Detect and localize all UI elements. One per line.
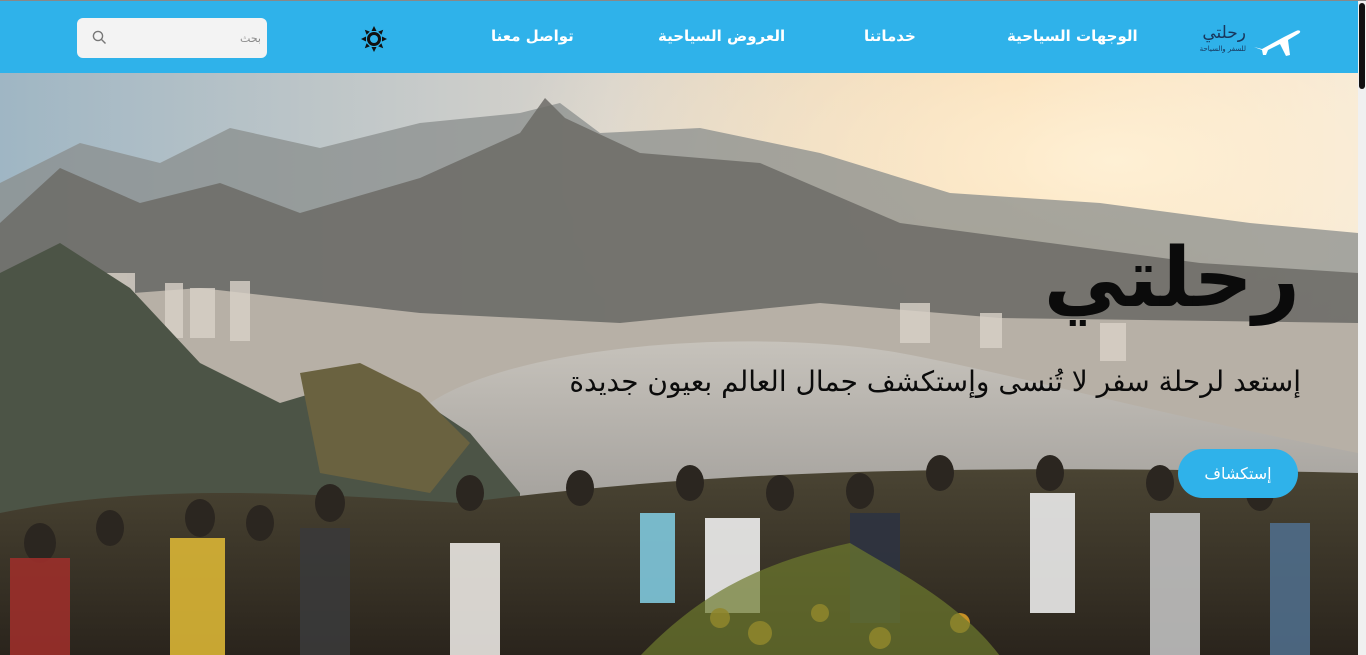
navbar: رحلتي للسفر والسياحة الوجهات السياحية خد… xyxy=(0,1,1358,73)
brand-tagline: للسفر والسياحة xyxy=(1199,45,1246,53)
nav-link-offers[interactable]: العروض السياحية xyxy=(658,27,785,45)
search-input[interactable] xyxy=(113,18,263,58)
brand-logo[interactable]: رحلتي للسفر والسياحة xyxy=(1194,23,1302,59)
nav-link-destinations[interactable]: الوجهات السياحية xyxy=(1007,27,1138,45)
hero-section: رحلتي إستعد لرحلة سفر لا تُنسى وإستكشف ج… xyxy=(0,73,1358,655)
hero-subtitle: إستعد لرحلة سفر لا تُنسى وإستكشف جمال ال… xyxy=(569,365,1301,398)
search-icon[interactable] xyxy=(92,30,107,45)
nav-link-services[interactable]: خدماتنا xyxy=(864,27,916,45)
page-scrollbar[interactable] xyxy=(1358,1,1366,655)
search-box xyxy=(77,18,267,58)
hero-title: رحلتي xyxy=(1043,231,1300,326)
hero-background-image xyxy=(0,73,1358,655)
page: رحلتي للسفر والسياحة الوجهات السياحية خد… xyxy=(0,0,1366,655)
theme-toggle-button[interactable] xyxy=(361,26,387,52)
airplane-icon xyxy=(1254,30,1301,56)
sun-icon xyxy=(361,26,387,52)
scrollbar-thumb[interactable] xyxy=(1359,3,1365,89)
explore-button[interactable]: إستكشاف xyxy=(1178,449,1298,498)
brand-name: رحلتي xyxy=(1202,23,1246,43)
nav-link-contact[interactable]: تواصل معنا xyxy=(491,27,574,45)
